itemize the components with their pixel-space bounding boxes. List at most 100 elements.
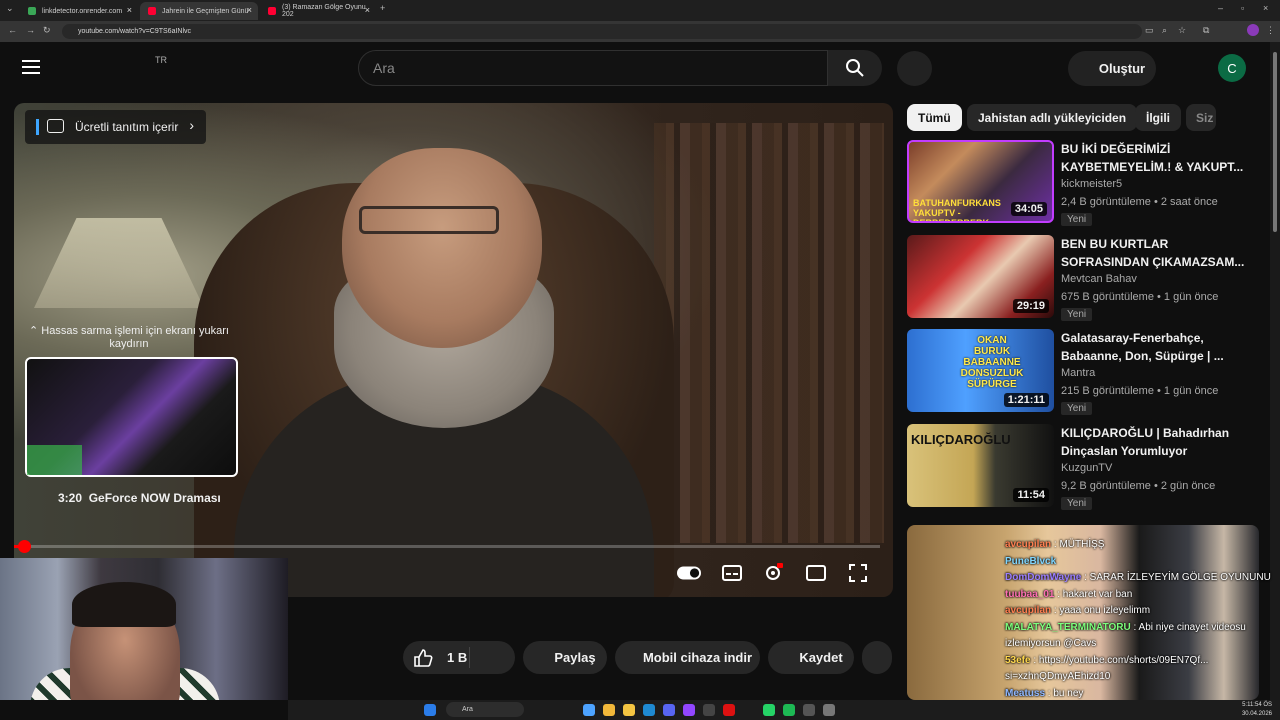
start-icon[interactable] — [424, 704, 436, 716]
new-tab-button[interactable]: + — [380, 3, 385, 13]
explorer-icon[interactable] — [583, 704, 595, 716]
save-button[interactable]: Kaydet — [768, 641, 854, 674]
chrome-icon[interactable] — [603, 704, 615, 716]
recommendation-item[interactable]: BATUHANFURKANS YAKUPTV - DERBEDERBERK 34… — [907, 140, 1263, 226]
zoom-icon[interactable]: ⌕ — [1162, 25, 1167, 36]
video-player[interactable]: Ücretli tanıtım içerir › ⌃ Hassas sarma … — [14, 103, 893, 597]
search-button[interactable] — [828, 50, 882, 86]
video-thumbnail[interactable]: KILIÇDAROĞLU 11:54 — [907, 424, 1054, 507]
chip-all[interactable]: Tümü — [907, 104, 962, 131]
recommendation-item[interactable]: 29:19 BEN BU KURTLAR SOFRASINDAN ÇIKAMAZ… — [907, 235, 1263, 321]
chat-message: avcupilan : MÜTHİŞŞ — [1005, 537, 1265, 554]
profile-icon[interactable] — [1247, 24, 1259, 36]
region-label: TR — [155, 55, 167, 65]
system-clock[interactable]: 5:11:54 ÖS 30.04.2026 — [1242, 701, 1272, 719]
page-scrollbar[interactable] — [1270, 42, 1280, 700]
share-button[interactable]: Paylaş — [523, 641, 607, 674]
folder-icon[interactable] — [623, 704, 635, 716]
theater-mode-button[interactable] — [804, 562, 828, 584]
reload-icon[interactable]: ↻ — [43, 25, 51, 36]
close-icon[interactable]: × — [127, 5, 132, 15]
chip-related[interactable]: İlgili — [1135, 104, 1181, 131]
youtube-favicon-icon — [268, 7, 276, 15]
edge-icon[interactable] — [643, 704, 655, 716]
channel-name[interactable]: Mantra — [1061, 367, 1095, 379]
spotify-icon[interactable] — [783, 704, 795, 716]
app-icon[interactable] — [723, 704, 735, 716]
chip-you[interactable]: Siz — [1186, 104, 1216, 131]
bookshelf — [654, 123, 884, 543]
new-badge: Yeni — [1061, 497, 1093, 510]
scrollbar-thumb[interactable] — [1273, 52, 1277, 232]
like-divider — [469, 647, 470, 668]
recommendation-item[interactable]: KILIÇDAROĞLU 11:54 KILIÇDAROĞLU | Bahadı… — [907, 424, 1263, 510]
new-badge: Yeni — [1061, 402, 1093, 415]
create-button[interactable]: Oluştur — [1068, 51, 1156, 86]
browser-menu-icon[interactable]: ⋮ — [1266, 25, 1275, 36]
steam-icon[interactable] — [803, 704, 815, 716]
chat-message: 53efe : https://youtube.com/shorts/09EN7… — [1005, 653, 1265, 670]
settings-button[interactable] — [761, 562, 785, 584]
save-label: Kaydet — [799, 650, 843, 665]
voice-search-button[interactable] — [897, 51, 932, 86]
video-duration: 11:54 — [1013, 488, 1049, 502]
chapter-title: GeForce NOW Draması — [88, 491, 221, 505]
chat-message: izlemiyorsun @Cavs — [1005, 636, 1265, 653]
avatar[interactable]: C — [1218, 54, 1246, 82]
channel-name[interactable]: Mevtcan Bahav — [1061, 273, 1137, 285]
channel-name[interactable]: kickmeister5 — [1061, 178, 1122, 190]
chat-username: avcupilan — [1005, 539, 1052, 550]
extensions-icon[interactable]: ⧉ — [1203, 25, 1209, 36]
video-thumbnail[interactable]: BATUHANFURKANS YAKUPTV - DERBEDERBERK 34… — [907, 140, 1054, 223]
tab-jahrein[interactable]: Jahrein ile Geçmişten Günü × — [140, 2, 258, 20]
minimize-icon[interactable]: – — [1218, 3, 1223, 13]
windows-taskbar: Ara 5:11:54 ÖS 30.04.2026 — [288, 700, 1280, 720]
close-icon[interactable]: × — [365, 5, 370, 15]
video-thumbnail[interactable]: OKAN BURUK BABAANNE DONSUZLUK SÜPÜRGE 1:… — [907, 329, 1054, 412]
new-badge: Yeni — [1061, 308, 1093, 321]
channel-name[interactable]: KuzgunTV — [1061, 462, 1112, 474]
taskbar-search[interactable]: Ara — [446, 702, 524, 717]
url-field[interactable]: youtube.com/watch?v=C9TS6aINlvc — [62, 24, 1142, 39]
tab-search-icon[interactable]: ⌄ — [6, 3, 14, 14]
browser-tab-bar: ⌄ linkdetector.onrender.com × Jahrein il… — [0, 0, 1280, 21]
stream-chat-overlay: avcupilan : MÜTHİŞŞ PuneBlvck DomDomWayne… — [1005, 537, 1271, 719]
like-button[interactable]: 1 B — [403, 641, 515, 674]
tab-ramazan[interactable]: (3) Ramazan Gölge Oyunu 202 × — [260, 2, 376, 20]
close-window-icon[interactable]: × — [1263, 3, 1268, 13]
chip-from-uploader[interactable]: Jahistan adlı yükleyiciden — [967, 104, 1138, 131]
autoplay-toggle[interactable] — [677, 562, 701, 584]
hamburger-menu-icon[interactable] — [22, 60, 40, 74]
more-actions-button[interactable] — [862, 641, 892, 674]
gear-icon — [766, 563, 783, 580]
video-meta: 9,2 B görüntüleme • 2 gün önce — [1061, 480, 1216, 492]
cast-icon[interactable]: ▭ — [1145, 25, 1154, 36]
search-input[interactable]: Ara — [358, 50, 828, 86]
back-icon[interactable]: ← — [8, 25, 17, 35]
subtitles-button[interactable] — [720, 562, 744, 584]
video-thumbnail[interactable]: 29:19 — [907, 235, 1054, 318]
maximize-icon[interactable]: ▫ — [1241, 3, 1244, 13]
progress-bar[interactable] — [14, 540, 880, 553]
scrubber-handle[interactable] — [18, 540, 31, 553]
theater-mode-icon — [806, 565, 826, 581]
download-button[interactable]: Mobil cihaza indir — [615, 641, 760, 674]
obs-icon[interactable] — [703, 704, 715, 716]
settings-app-icon[interactable] — [823, 704, 835, 716]
paid-promotion-banner[interactable]: Ücretli tanıtım içerir › — [25, 110, 206, 144]
speaker-head — [342, 148, 542, 348]
video-title[interactable]: Galatasaray-Fenerbahçe, Babaanne, Don, S… — [1061, 329, 1251, 365]
video-title[interactable]: KILIÇDAROĞLU | Bahadırhan Dinçaslan Yoru… — [1061, 424, 1251, 460]
discord-icon[interactable] — [663, 704, 675, 716]
forward-icon[interactable]: → — [26, 25, 35, 35]
tab-linkdetector[interactable]: linkdetector.onrender.com × — [20, 2, 138, 20]
video-duration: 34:05 — [1010, 202, 1047, 216]
whatsapp-icon[interactable] — [763, 704, 775, 716]
close-icon[interactable]: × — [247, 5, 252, 15]
recommendation-item[interactable]: OKAN BURUK BABAANNE DONSUZLUK SÜPÜRGE 1:… — [907, 329, 1263, 415]
twitch-icon[interactable] — [683, 704, 695, 716]
bookmark-star-icon[interactable]: ☆ — [1178, 25, 1186, 36]
video-title[interactable]: BU İKİ DEĞERİMİZİ KAYBETMEYELİM.! & YAKU… — [1061, 140, 1251, 176]
fullscreen-button[interactable] — [846, 562, 870, 584]
video-title[interactable]: BEN BU KURTLAR SOFRASINDAN ÇIKAMAZSAM... — [1061, 235, 1251, 271]
